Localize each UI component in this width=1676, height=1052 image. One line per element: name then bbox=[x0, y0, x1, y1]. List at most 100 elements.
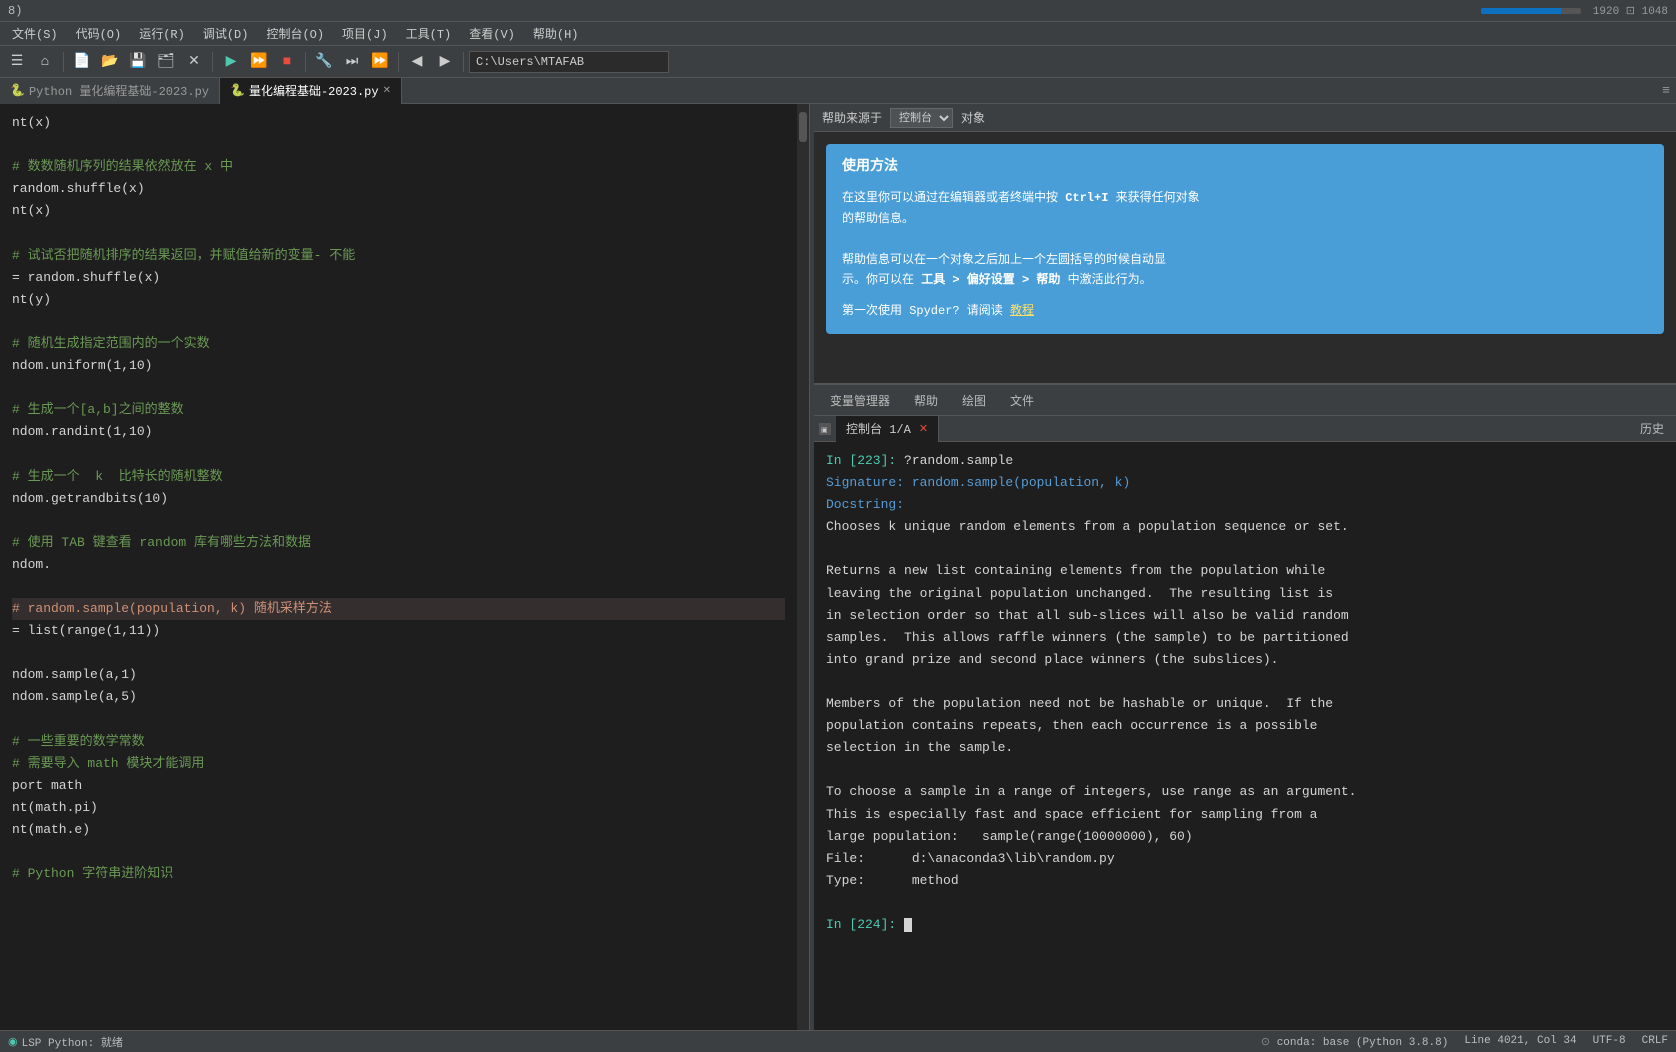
help-tooltip-body: 在这里你可以通过在编辑器或者终端中按 Ctrl+I 来获得任何对象 的帮助信息。… bbox=[842, 188, 1648, 290]
editor-panel: nt(x) # 数数随机序列的结果依然放在 x 中 random.shuffle… bbox=[0, 104, 810, 1030]
code-line: ndom.sample(a,5) bbox=[12, 686, 785, 708]
toolbar-save-all-btn[interactable]: 🗂 bbox=[153, 49, 179, 75]
toolbar-home-btn[interactable]: ⌂ bbox=[32, 49, 58, 75]
console-line: leaving the original population unchange… bbox=[826, 583, 1664, 605]
code-line bbox=[12, 642, 785, 664]
code-line bbox=[12, 377, 785, 399]
toolbar-open-btn[interactable]: 📂 bbox=[97, 49, 123, 75]
console-panel-icon: ▣ bbox=[818, 422, 832, 436]
console-line: Docstring: bbox=[826, 494, 1664, 516]
bottom-tabs: 变量管理器 帮助 绘图 文件 bbox=[814, 384, 1676, 416]
toolbar-close-btn[interactable]: ✕ bbox=[181, 49, 207, 75]
menu-console[interactable]: 控制台(O) bbox=[258, 23, 332, 44]
help-panel: 帮助来源于 控制台 对象 使用方法 在这里你可以通过在编辑器或者终端中按 Ctr… bbox=[814, 104, 1676, 384]
toolbar-sep4 bbox=[398, 52, 399, 72]
toolbar-sep5 bbox=[463, 52, 464, 72]
tab-variable-manager[interactable]: 变量管理器 bbox=[818, 388, 902, 413]
tab-plot[interactable]: 绘图 bbox=[950, 388, 998, 413]
menu-debug[interactable]: 调试(D) bbox=[195, 23, 257, 44]
console-line: samples. This allows raffle winners (the… bbox=[826, 627, 1664, 649]
status-eol: CRLF bbox=[1642, 1035, 1668, 1049]
menu-file[interactable]: 文件(S) bbox=[4, 23, 66, 44]
console-line bbox=[826, 892, 1664, 914]
main-layout: nt(x) # 数数随机序列的结果依然放在 x 中 random.shuffle… bbox=[0, 104, 1676, 1030]
code-line: nt(x) bbox=[12, 200, 785, 222]
toolbar-fwd-btn[interactable]: ▶ bbox=[432, 49, 458, 75]
right-scroll-area[interactable] bbox=[1666, 120, 1676, 320]
toolbar-list-btn[interactable]: ☰ bbox=[4, 49, 30, 75]
menu-tools[interactable]: 工具(T) bbox=[398, 23, 460, 44]
code-line bbox=[12, 134, 785, 156]
console-line bbox=[826, 759, 1664, 781]
tab-py-active[interactable]: 🐍 量化编程基础-2023.py ✕ bbox=[220, 78, 402, 104]
code-line: ndom.getrandbits(10) bbox=[12, 488, 785, 510]
menu-run[interactable]: 运行(R) bbox=[131, 23, 193, 44]
console-close-btn[interactable]: ✕ bbox=[919, 422, 928, 436]
code-line bbox=[12, 841, 785, 863]
tab-menu-btn[interactable]: ≡ bbox=[1656, 78, 1676, 104]
console-line: Returns a new list containing elements f… bbox=[826, 560, 1664, 582]
path-display: C:\Users\MTAFAB bbox=[469, 51, 669, 73]
code-comment-line: # 数数随机序列的结果依然放在 x 中 bbox=[12, 156, 785, 178]
editor-content[interactable]: nt(x) # 数数随机序列的结果依然放在 x 中 random.shuffle… bbox=[0, 104, 809, 1030]
tab-help[interactable]: 帮助 bbox=[902, 388, 950, 413]
code-line: ndom.randint(1,10) bbox=[12, 421, 785, 443]
code-comment-line: # 需要导入 math 模块才能调用 bbox=[12, 753, 785, 775]
toolbar-save-btn[interactable]: 💾 bbox=[125, 49, 151, 75]
toolbar: ☰ ⌂ 📄 📂 💾 🗂 ✕ ▶ ⏩ ■ 🔧 ⏭ ⏩ ◀ ▶ C:\Users\M… bbox=[0, 46, 1676, 78]
status-right: ⊙ conda: base (Python 3.8.8) Line 4021, … bbox=[1261, 1035, 1668, 1049]
code-line: = random.shuffle(x) bbox=[12, 267, 785, 289]
console-line bbox=[826, 538, 1664, 560]
code-line: nt(x) bbox=[12, 112, 785, 134]
help-source-select[interactable]: 控制台 bbox=[890, 108, 953, 128]
code-comment-line: # Python 字符串进阶知识 bbox=[12, 863, 785, 885]
console-history-tab[interactable]: 历史 bbox=[1632, 420, 1672, 437]
menu-project[interactable]: 项目(J) bbox=[334, 23, 396, 44]
tab-close-btn[interactable]: ✕ bbox=[383, 85, 391, 97]
help-header: 帮助来源于 控制台 对象 bbox=[814, 104, 1676, 132]
editor-scroll-thumb[interactable] bbox=[799, 112, 807, 142]
file-tab-bar: 🐍 Python 量化编程基础-2023.py 🐍 量化编程基础-2023.py… bbox=[0, 78, 1676, 104]
tab-files[interactable]: 文件 bbox=[998, 388, 1046, 413]
console-line: Signature: random.sample(population, k) bbox=[826, 472, 1664, 494]
console-line: This is especially fast and space effici… bbox=[826, 804, 1664, 826]
menu-bar: 文件(S) 代码(O) 运行(R) 调试(D) 控制台(O) 项目(J) 工具(… bbox=[0, 22, 1676, 46]
console-line: into grand prize and second place winner… bbox=[826, 649, 1664, 671]
tab-py-inactive[interactable]: 🐍 Python 量化编程基础-2023.py bbox=[0, 78, 220, 104]
toolbar-step-btn[interactable]: ⏭ bbox=[339, 49, 365, 75]
help-content: 使用方法 在这里你可以通过在编辑器或者终端中按 Ctrl+I 来获得任何对象 的… bbox=[814, 132, 1676, 383]
toolbar-new-btn[interactable]: 📄 bbox=[69, 49, 95, 75]
editor-scrollbar[interactable] bbox=[797, 104, 809, 1030]
code-line: port math bbox=[12, 775, 785, 797]
status-bar: ◉ LSP Python: 就绪 ⊙ conda: base (Python 3… bbox=[0, 1030, 1676, 1052]
code-line: nt(math.pi) bbox=[12, 797, 785, 819]
console-line: Type: method bbox=[826, 870, 1664, 892]
toolbar-run-btn[interactable]: ▶ bbox=[218, 49, 244, 75]
code-area[interactable]: nt(x) # 数数随机序列的结果依然放在 x 中 random.shuffle… bbox=[0, 104, 797, 1030]
code-line: nt(y) bbox=[12, 289, 785, 311]
toolbar-next-btn[interactable]: ⏩ bbox=[367, 49, 393, 75]
code-line: = list(range(1,11)) bbox=[12, 620, 785, 642]
console-line: population contains repeats, then each o… bbox=[826, 715, 1664, 737]
code-line bbox=[12, 311, 785, 333]
code-line bbox=[12, 709, 785, 731]
code-comment-line: # 试试否把随机排序的结果返回，并赋值给新的变量- 不能 bbox=[12, 245, 785, 267]
status-lsp: ◉ LSP Python: 就绪 bbox=[8, 1034, 123, 1050]
console-line: large population: sample(range(10000000)… bbox=[826, 826, 1664, 848]
help-tutorial-link[interactable]: 教程 bbox=[1010, 304, 1034, 318]
status-line: Line 4021, Col 34 bbox=[1464, 1035, 1576, 1049]
console-tab-main[interactable]: 控制台 1/A ✕ bbox=[836, 416, 939, 442]
menu-code[interactable]: 代码(O) bbox=[68, 23, 130, 44]
code-comment-line: # 使用 TAB 键查看 random 库有哪些方法和数据 bbox=[12, 532, 785, 554]
toolbar-run-file-btn[interactable]: ⏩ bbox=[246, 49, 272, 75]
toolbar-debug-btn[interactable]: 🔧 bbox=[311, 49, 337, 75]
code-line: random.shuffle(x) bbox=[12, 178, 785, 200]
code-line: ndom.sample(a,1) bbox=[12, 664, 785, 686]
console-line bbox=[826, 671, 1664, 693]
toolbar-stop-btn[interactable]: ■ bbox=[274, 49, 300, 75]
console-cursor bbox=[904, 918, 912, 932]
menu-view[interactable]: 查看(V) bbox=[461, 23, 523, 44]
console-content[interactable]: In [223]: ?random.sample Signature: rand… bbox=[814, 442, 1676, 1030]
menu-help[interactable]: 帮助(H) bbox=[525, 23, 587, 44]
toolbar-back-btn[interactable]: ◀ bbox=[404, 49, 430, 75]
